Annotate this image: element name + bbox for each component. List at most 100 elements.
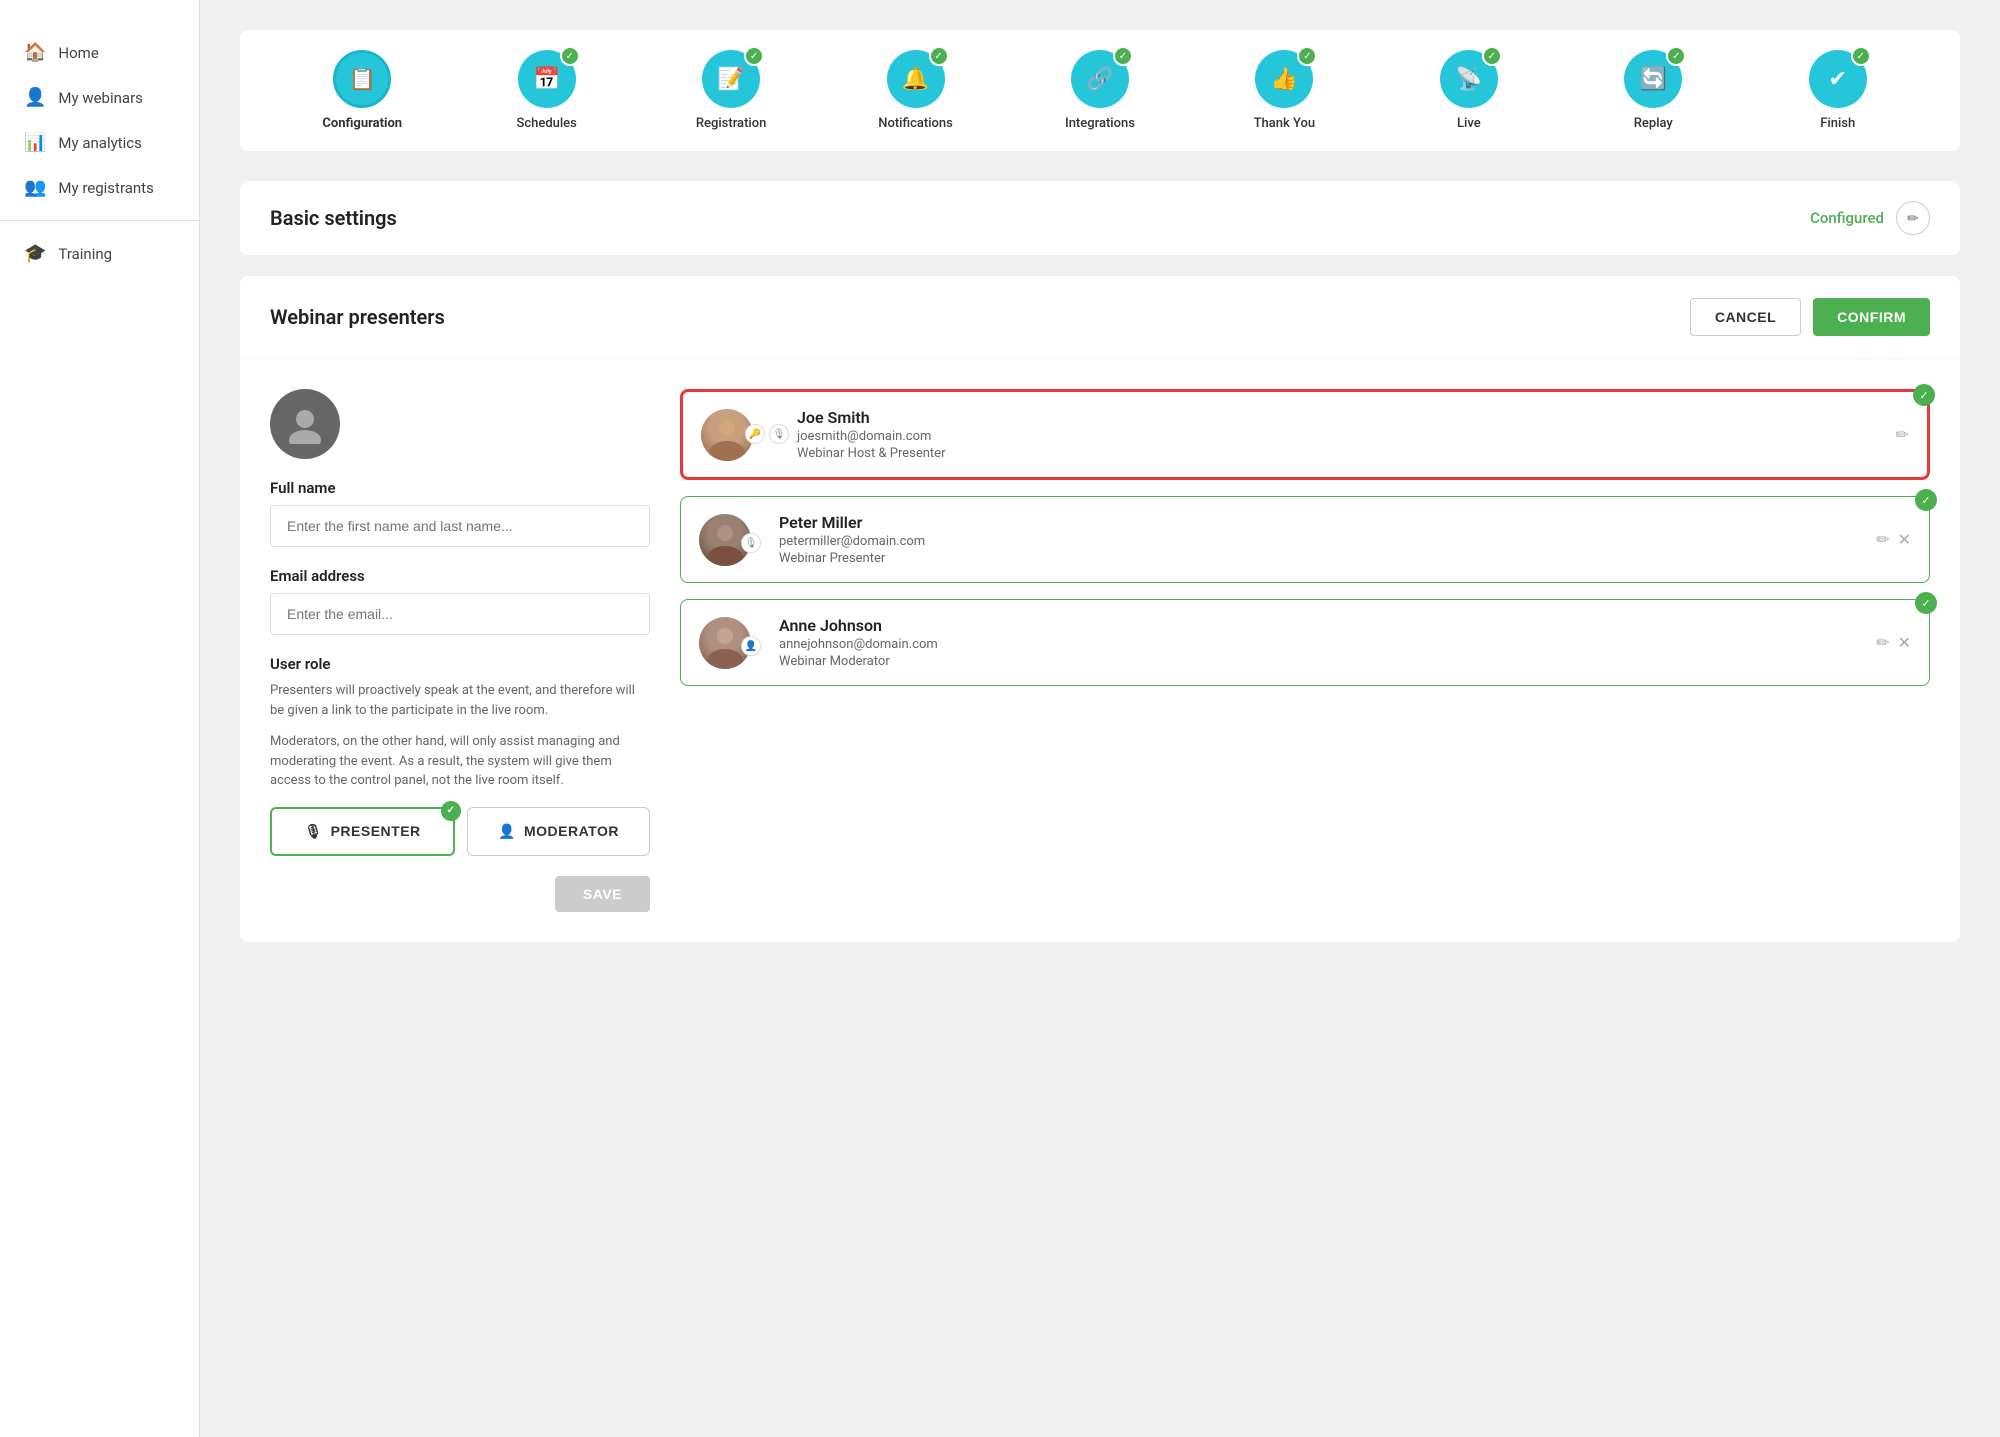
analytics-icon: 📊 <box>24 132 46 153</box>
wizard-step-registration[interactable]: 📝 ✓ Registration <box>686 50 776 131</box>
replay-check: ✓ <box>1666 46 1686 66</box>
presenter-role-button[interactable]: 🎙 PRESENTER ✓ <box>270 807 455 856</box>
presenter-role-check: ✓ <box>441 801 461 821</box>
edit-icon-anne[interactable]: ✏ <box>1876 633 1889 652</box>
wizard-label-configuration: Configuration <box>322 116 402 131</box>
moderator-role-button[interactable]: 👤 MODERATOR <box>467 807 650 856</box>
presenter-email-joe: joesmith@domain.com <box>797 429 1882 444</box>
remove-icon-anne[interactable]: ✕ <box>1898 633 1911 652</box>
email-input[interactable] <box>270 593 650 635</box>
presenter-role-anne: Webinar Moderator <box>779 654 1862 669</box>
edit-icon-joe[interactable]: ✏ <box>1896 425 1909 444</box>
anne-card-check: ✓ <box>1915 592 1937 614</box>
form-avatar <box>270 389 340 459</box>
presenter-role-peter: Webinar Presenter <box>779 551 1862 566</box>
user-role-desc-2: Moderators, on the other hand, will only… <box>270 732 650 791</box>
wizard-step-finish[interactable]: ✔ ✓ Finish <box>1793 50 1883 131</box>
schedules-check: ✓ <box>560 46 580 66</box>
registration-check: ✓ <box>744 46 764 66</box>
wizard-step-thank-you[interactable]: 👍 ✓ Thank You <box>1239 50 1329 131</box>
presenter-info-anne: Anne Johnson annejohnson@domain.com Webi… <box>779 616 1862 669</box>
configured-status: Configured <box>1810 209 1884 227</box>
schedules-icon: 📅 <box>533 67 560 92</box>
wizard-circle-finish: ✔ ✓ <box>1809 50 1867 108</box>
integrations-check: ✓ <box>1113 46 1133 66</box>
wizard-label-live: Live <box>1457 116 1481 131</box>
presenter-info-peter: Peter Miller petermiller@domain.com Webi… <box>779 513 1862 566</box>
training-icon: 🎓 <box>24 243 46 264</box>
wizard-label-schedules: Schedules <box>516 116 576 131</box>
full-name-input[interactable] <box>270 505 650 547</box>
wizard-label-finish: Finish <box>1820 116 1855 131</box>
live-icon: 📡 <box>1455 67 1482 92</box>
config-icon: 📋 <box>349 67 376 92</box>
header-actions: CANCEL CONFIRM <box>1690 298 1930 336</box>
notifications-check: ✓ <box>929 46 949 66</box>
live-check: ✓ <box>1482 46 1502 66</box>
integrations-icon: 🔗 <box>1086 67 1113 92</box>
microphone-icon: 🎙 <box>304 823 322 840</box>
presenter-role-joe: Webinar Host & Presenter <box>797 446 1882 461</box>
wizard-nav: 📋 Configuration 📅 ✓ Schedules 📝 ✓ Regist… <box>240 30 1960 151</box>
presenters-list: 🔑 🎙 Joe Smith joesmith@domain.com Webina… <box>680 389 1930 912</box>
presenter-email-peter: petermiller@domain.com <box>779 534 1862 549</box>
sidebar-item-my-webinars[interactable]: 👤 My webinars <box>0 75 199 120</box>
role-buttons: 🎙 PRESENTER ✓ 👤 MODERATOR <box>270 807 650 856</box>
wizard-label-registration: Registration <box>696 116 766 131</box>
sidebar-label-my-analytics: My analytics <box>58 134 141 152</box>
user-role-title: User role <box>270 655 650 673</box>
sidebar: 🏠 Home 👤 My webinars 📊 My analytics 👥 My… <box>0 0 200 1437</box>
wizard-step-live[interactable]: 📡 ✓ Live <box>1424 50 1514 131</box>
wizard-label-notifications: Notifications <box>878 116 953 131</box>
presenter-name-anne: Anne Johnson <box>779 616 1862 635</box>
basic-settings-title: Basic settings <box>270 206 397 230</box>
home-icon: 🏠 <box>24 42 46 63</box>
presenter-actions-anne: ✏ ✕ <box>1876 633 1911 652</box>
wizard-circle-live: 📡 ✓ <box>1440 50 1498 108</box>
notifications-icon: 🔔 <box>902 67 929 92</box>
person-icon-anne: 👤 <box>741 636 761 656</box>
finish-icon: ✔ <box>1829 67 1847 92</box>
basic-settings-card: Basic settings Configured ✏ <box>240 181 1960 256</box>
mic-icon: 🎙 <box>769 424 789 444</box>
basic-settings-edit-button[interactable]: ✏ <box>1896 201 1930 235</box>
sidebar-item-training[interactable]: 🎓 Training <box>0 231 199 276</box>
presenter-actions-joe: ✏ <box>1896 425 1909 444</box>
presenter-name-peter: Peter Miller <box>779 513 1862 532</box>
sidebar-item-my-registrants[interactable]: 👥 My registrants <box>0 165 199 210</box>
save-button[interactable]: SAVE <box>555 876 650 912</box>
wizard-step-notifications[interactable]: 🔔 ✓ Notifications <box>871 50 961 131</box>
presenter-info-joe: Joe Smith joesmith@domain.com Webinar Ho… <box>797 408 1882 461</box>
presenter-form: Full name Email address User role Presen… <box>270 389 650 912</box>
cancel-button[interactable]: CANCEL <box>1690 298 1801 336</box>
sidebar-item-my-analytics[interactable]: 📊 My analytics <box>0 120 199 165</box>
wizard-circle-configuration: 📋 <box>333 50 391 108</box>
wizard-step-configuration[interactable]: 📋 Configuration <box>317 50 407 131</box>
wizard-step-integrations[interactable]: 🔗 ✓ Integrations <box>1055 50 1145 131</box>
sidebar-item-home[interactable]: 🏠 Home <box>0 30 199 75</box>
peter-card-check: ✓ <box>1915 489 1937 511</box>
wizard-step-replay[interactable]: 🔄 ✓ Replay <box>1608 50 1698 131</box>
full-name-label: Full name <box>270 479 650 497</box>
joe-card-check: ✓ <box>1913 384 1935 406</box>
sidebar-label-home: Home <box>58 44 98 62</box>
wizard-label-integrations: Integrations <box>1065 116 1135 131</box>
user-role-desc-1: Presenters will proactively speak at the… <box>270 681 650 720</box>
email-label: Email address <box>270 567 650 585</box>
presenter-card-peter-miller: 🎙 Peter Miller petermiller@domain.com We… <box>680 496 1930 583</box>
webinar-presenters-card: Webinar presenters CANCEL CONFIRM Full n… <box>240 276 1960 942</box>
sidebar-label-my-webinars: My webinars <box>58 89 142 107</box>
person-icon: 👤 <box>498 823 516 840</box>
wizard-circle-replay: 🔄 ✓ <box>1624 50 1682 108</box>
wizard-step-schedules[interactable]: 📅 ✓ Schedules <box>502 50 592 131</box>
sidebar-divider <box>0 220 199 221</box>
wizard-circle-registration: 📝 ✓ <box>702 50 760 108</box>
remove-icon-peter[interactable]: ✕ <box>1898 530 1911 549</box>
thankyou-check: ✓ <box>1297 46 1317 66</box>
presenter-name-joe: Joe Smith <box>797 408 1882 427</box>
wizard-label-thank-you: Thank You <box>1254 116 1316 131</box>
edit-icon-peter[interactable]: ✏ <box>1876 530 1889 549</box>
confirm-button[interactable]: CONFIRM <box>1813 298 1930 336</box>
mic-icon-peter: 🎙 <box>741 533 761 553</box>
thankyou-icon: 👍 <box>1271 67 1298 92</box>
